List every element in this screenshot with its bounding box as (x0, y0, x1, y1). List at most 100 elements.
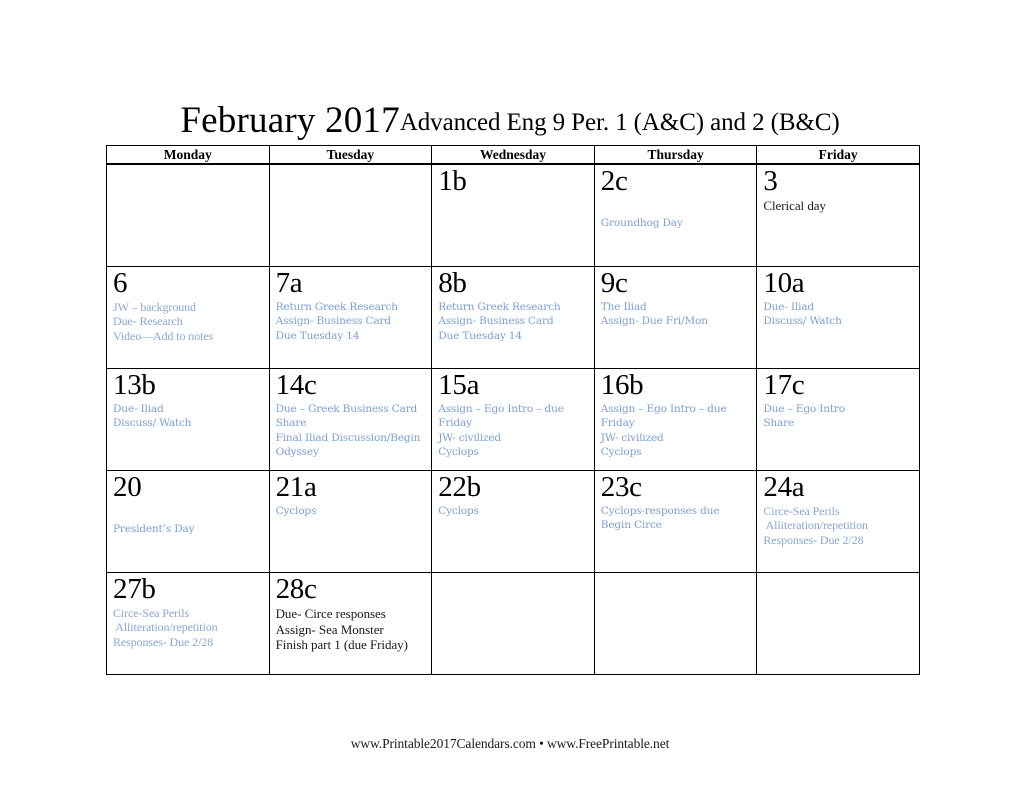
day-notes: JW – background Due- Research Video—Add to… (113, 300, 265, 343)
day-cell-content: 3 Clerical day (757, 165, 919, 266)
day-note-line: Odyssey (275, 445, 319, 458)
calendar-day-cell[interactable]: 20 President’s Day (106, 470, 270, 573)
day-note-line: Assign- Due Fri/Mon (600, 315, 708, 328)
day-note-line: Due Tuesday 14 (275, 329, 360, 342)
day-note-line: Share (763, 417, 795, 430)
calendar-day-cell[interactable]: 28c Due- Circe responses Assign- Sea Monst… (268, 572, 433, 675)
calendar-day-cell[interactable]: 9c The Iliad Assign- Due Fri/Mon (593, 266, 758, 369)
day-cell-content (757, 573, 919, 674)
day-note-line: Clerical day (763, 198, 826, 213)
day-cell-content: 8b Return Greek Research Assign- Business … (432, 267, 594, 368)
day-notes: Circe-Sea Perils Alliteration/repetition… (113, 606, 265, 649)
calendar-day-cell[interactable]: 7a Return Greek Research Assign- Business … (268, 266, 433, 369)
calendar-week-row: 20 President’s Day 21a Cyclops 22b Cyclops 23c… (106, 470, 920, 573)
day-number: 13b (113, 369, 156, 401)
day-note-line: Cyclops (275, 505, 317, 517)
day-note-line: JW- civilized (438, 431, 502, 444)
calendar-week-row: 6 JW – background Due- Research Video—Add t… (106, 266, 920, 369)
day-cell-content (432, 573, 594, 674)
day-note-line: Assign- Business Card (438, 315, 554, 328)
day-number: 15a (438, 369, 480, 401)
calendar-day-cell[interactable]: 8b Return Greek Research Assign- Business … (431, 266, 595, 369)
footer-credit: www.Printable2017Calendars.com • www.Fre… (350, 736, 670, 751)
calendar-subtitle: Advanced Eng 9 Per. 1 (A&C) and 2 (B&C) (399, 109, 840, 136)
day-note-line: JW- civilized (600, 431, 664, 444)
day-number: 1b (438, 165, 467, 197)
day-note-line: Begin Circe (600, 519, 662, 532)
calendar-day-cell[interactable]: 3 Clerical day (756, 163, 920, 267)
day-note-line: Discuss/ Watch (763, 315, 842, 328)
calendar-body: 1b 2c Groundhog Day 3 Clerical day 6 JW – back… (106, 163, 920, 675)
day-number: 23c (600, 471, 642, 503)
day-number: 3 (763, 165, 778, 197)
day-note-line: Share (275, 417, 307, 430)
calendar-day-cell[interactable]: 27b Circe-Sea Perils Alliteration/repetit… (106, 572, 270, 675)
day-notes: Return Greek Research Assign- Business Ca… (276, 300, 428, 343)
calendar-day-cell[interactable]: 15a Assign – Ego Intro – due Friday JW- civ… (431, 368, 595, 471)
day-note-line: Due – Greek Business Card (275, 403, 418, 415)
calendar-day-cell[interactable]: 14c Due – Greek Business Card Share Final I… (268, 368, 433, 471)
day-number: 27b (113, 573, 156, 605)
weekday-header-monday: Monday (106, 145, 270, 165)
day-notes: Groundhog Day (601, 216, 753, 230)
day-number: 14c (275, 369, 317, 401)
day-note-line: Circe-Sea Perils (763, 504, 840, 518)
day-cell-content: 15a Assign – Ego Intro – due Friday JW- civ… (432, 369, 594, 470)
day-note-line: Assign – Ego Intro – due (600, 403, 727, 415)
day-cell-content: 2c Groundhog Day (595, 165, 757, 266)
day-note-line: Due Tuesday 14 (438, 329, 522, 342)
day-note-line: Assign- Business Card (275, 315, 391, 328)
calendar-empty-cell (106, 163, 270, 267)
calendar-day-cell[interactable]: 2c Groundhog Day (593, 163, 758, 267)
calendar-day-cell[interactable]: 24a Circe-Sea Perils Alliteration/repetit… (756, 470, 920, 573)
day-cell-content: 20 President’s Day (107, 471, 269, 572)
day-notes: Due- Iliad Discuss/ Watch (763, 300, 915, 329)
day-notes: Due – Greek Business Card Share Final Ilia… (276, 402, 428, 459)
calendar-day-cell[interactable]: 17c Due – Ego Intro Share (756, 368, 920, 471)
day-note-line: Assign – Ego Intro – due (438, 403, 564, 415)
calendar-day-cell[interactable]: 10a Due- Iliad Discuss/ Watch (756, 266, 920, 369)
day-number: 28c (275, 573, 317, 605)
day-number: 20 (113, 471, 142, 503)
day-note-line: Cyclops-responses due (600, 505, 720, 517)
day-number: 17c (763, 369, 805, 401)
day-note-line: Cyclops (438, 445, 479, 458)
calendar-page: { "title": { "month_year": "February 201… (0, 0, 1020, 788)
calendar-empty-cell (756, 572, 920, 675)
calendar-month-year: February 2017 (180, 100, 400, 141)
calendar-day-cell[interactable]: 22b Cyclops (431, 470, 595, 573)
calendar-week-row: 13b Due- Iliad Discuss/ Watch 14c Due – Gree… (106, 368, 920, 471)
day-cell-content: 14c Due – Greek Business Card Share Final I… (270, 369, 432, 470)
day-number: 21a (275, 471, 317, 503)
calendar-day-cell[interactable]: 23c Cyclops-responses due Begin Circe (593, 470, 758, 573)
day-note-line: Due- Research (113, 314, 183, 329)
calendar-day-cell[interactable]: 13b Due- Iliad Discuss/ Watch (106, 368, 270, 471)
day-number: 16b (600, 369, 644, 401)
day-number: 8b (438, 267, 467, 299)
day-notes: The Iliad Assign- Due Fri/Mon (601, 300, 753, 329)
day-cell-content: 6 JW – background Due- Research Video—Add t… (107, 267, 269, 368)
day-note-line: Responses- Due 2/28 (763, 532, 864, 547)
day-cell-content: 23c Cyclops-responses due Begin Circe (595, 471, 757, 572)
day-cell-content: 16b Assign – Ego Intro – due Friday JW- civ… (595, 369, 757, 470)
day-note-line: Discuss/ Watch (113, 417, 192, 430)
day-note-line: Due – Ego Intro (763, 403, 845, 415)
day-notes: Circe-Sea Perils Alliteration/repetition… (763, 504, 915, 547)
day-note-line: Responses- Due 2/28 (113, 634, 214, 649)
calendar-day-cell[interactable]: 16b Assign – Ego Intro – due Friday JW- civ… (593, 368, 758, 471)
day-number: 7a (275, 267, 303, 299)
calendar-day-cell[interactable]: 21a Cyclops (268, 470, 433, 573)
day-number: 2c (600, 165, 628, 197)
day-note-line: Return Greek Research (275, 301, 399, 313)
day-note-line: Assign- Sea Monster (275, 621, 384, 637)
calendar-day-cell[interactable]: 1b (431, 163, 595, 267)
day-number: 6 (113, 267, 128, 299)
day-note-line: Due- Circe responses (275, 606, 386, 621)
day-notes: President’s Day (113, 522, 265, 536)
day-number: 22b (438, 471, 481, 503)
day-note-line: Friday (600, 417, 635, 430)
day-notes: Cyclops-responses due Begin Circe (601, 504, 753, 533)
day-cell-content: 27b Circe-Sea Perils Alliteration/repetit… (107, 573, 269, 674)
day-note-line: JW – background (113, 300, 196, 314)
calendar-day-cell[interactable]: 6 JW – background Due- Research Video—Add t… (106, 266, 270, 369)
